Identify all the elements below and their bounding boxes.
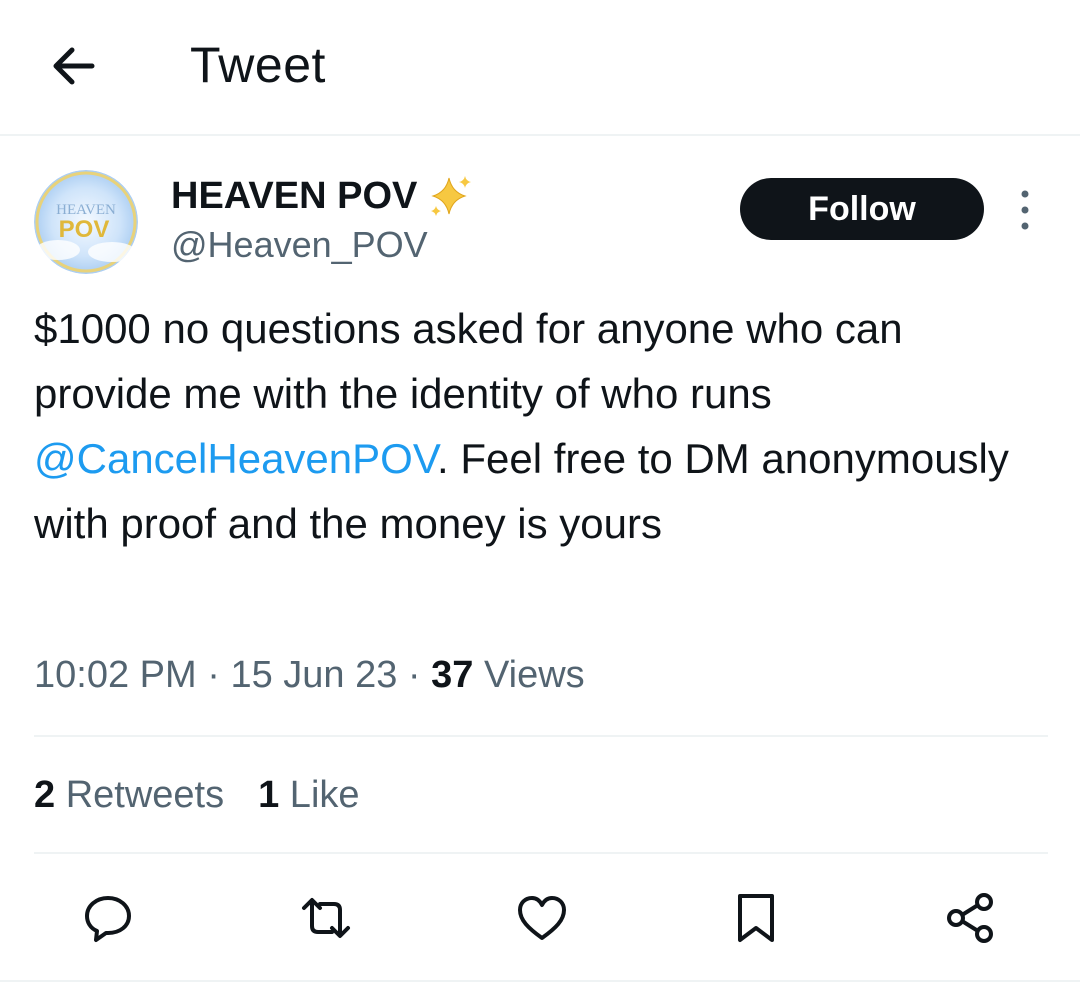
retweets-stat[interactable]: 2 Retweets <box>34 774 224 817</box>
tweet-text-part1: $1000 no questions asked for anyone who … <box>34 305 903 417</box>
tweet-meta: 10:02 PM · 15 Jun 23 · 37 Views <box>34 654 585 697</box>
svg-text:POV: POV <box>59 216 110 243</box>
retweet-button[interactable] <box>296 888 356 948</box>
likes-count: 1 <box>258 774 280 816</box>
retweets-label: Retweets <box>55 774 225 816</box>
page-title: Tweet <box>190 37 326 93</box>
bookmark-icon <box>738 894 774 942</box>
bookmark-button[interactable] <box>726 888 786 948</box>
more-vertical-icon <box>1021 190 1029 230</box>
retweets-count: 2 <box>34 774 56 816</box>
divider <box>0 980 1080 982</box>
separator: · <box>196 654 231 696</box>
share-icon <box>947 893 993 943</box>
display-name[interactable]: HEAVEN POV <box>171 172 475 220</box>
tweet-date[interactable]: 15 Jun 23 <box>230 654 397 696</box>
retweet-icon <box>302 898 350 938</box>
likes-label: Like <box>279 774 360 816</box>
more-options-button[interactable] <box>1008 186 1042 234</box>
tweet-time[interactable]: 10:02 PM <box>34 654 197 696</box>
avatar[interactable]: HEAVEN POV <box>34 170 138 274</box>
like-button[interactable] <box>512 888 572 948</box>
divider <box>34 852 1048 854</box>
follow-button[interactable]: Follow <box>740 178 984 240</box>
views-count: 37 <box>431 654 474 696</box>
top-bar: Tweet <box>0 0 1080 136</box>
reply-button[interactable] <box>78 888 138 948</box>
author-handle[interactable]: @Heaven_POV <box>171 224 428 266</box>
back-button[interactable] <box>44 38 104 94</box>
views-label: Views <box>473 654 585 696</box>
arrow-left-icon <box>53 47 95 85</box>
share-button[interactable] <box>940 888 1000 948</box>
mention-link[interactable]: @CancelHeavenPOV <box>34 435 437 482</box>
divider <box>34 735 1048 737</box>
sparkles-icon <box>431 176 472 216</box>
tweet-text: $1000 no questions asked for anyone who … <box>34 296 1044 556</box>
heart-icon <box>518 896 566 940</box>
engagement-stats: 2 Retweets 1 Like <box>34 774 360 817</box>
avatar-image: HEAVEN POV <box>34 170 138 274</box>
likes-stat[interactable]: 1 Like <box>258 774 359 817</box>
separator: · <box>397 654 432 696</box>
reply-icon <box>85 896 131 942</box>
display-name-text: HEAVEN POV <box>171 174 418 217</box>
